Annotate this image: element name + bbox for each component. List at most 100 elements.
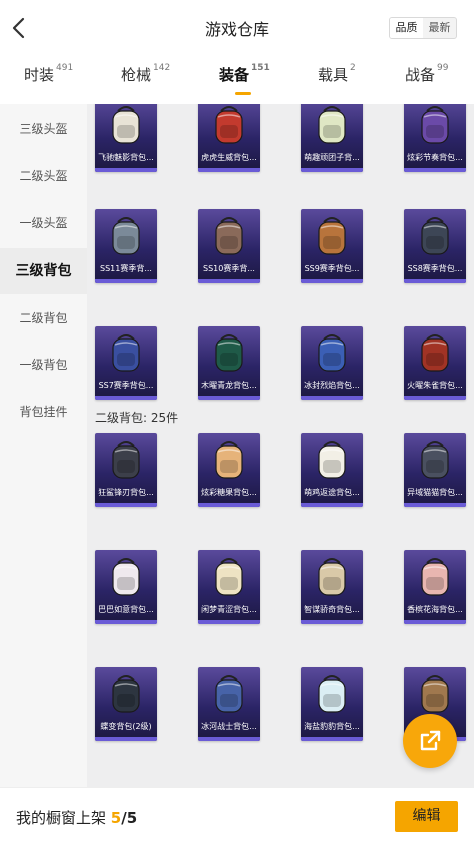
tab-count: 151 (251, 63, 270, 73)
item-card[interactable]: 萌鸡返途背包... (301, 433, 363, 507)
white-bunny-backpack-icon (101, 553, 151, 601)
owl-backpack-icon (307, 553, 357, 601)
grey-tactical-backpack-icon (101, 212, 151, 260)
sidebar-item-level3-helmet[interactable]: 三级头盔 (0, 106, 87, 152)
item-name: 狂鲨锋刃背包... (98, 488, 154, 497)
item-name: 炫彩节奏背包... (407, 153, 463, 162)
item-name: 飞驰魅影背包... (98, 153, 154, 162)
sidebar-item-level3-backpack[interactable]: 三级背包 (0, 248, 87, 294)
cute-green-creature-backpack-icon (307, 104, 357, 149)
sidebar-item-level2-helmet[interactable]: 二级头盔 (0, 153, 87, 199)
section-title-level2: 二级背包: 25件 (95, 411, 179, 425)
share-fab[interactable] (403, 714, 457, 768)
quality-bar (198, 737, 260, 741)
sidebar-item-level1-backpack[interactable]: 一级背包 (0, 342, 87, 388)
item-name: 智谋骄奇背包... (304, 605, 360, 614)
item-name: SS8赛季背包... (407, 264, 463, 273)
quality-bar (404, 503, 466, 507)
item-card[interactable]: 巴巴如意背包... (95, 550, 157, 624)
item-card[interactable]: SS11赛季背... (95, 209, 157, 283)
item-name: 萌趣顽团子背... (304, 153, 360, 162)
purple-festive-backpack-icon (410, 104, 460, 149)
item-card[interactable]: 香槟花海背包... (404, 550, 466, 624)
item-card[interactable]: 异域猫猫背包... (404, 433, 466, 507)
tab-count: 2 (350, 63, 356, 73)
tab-label: 装备 (219, 66, 250, 84)
tab-vehicles[interactable]: 载具 2 (318, 63, 356, 85)
tab-battle-gear[interactable]: 战备 99 (405, 63, 448, 85)
item-card[interactable]: 闲梦青涩背包... (198, 550, 260, 624)
item-name: 蝶变背包(2级) (100, 722, 152, 731)
tab-guns[interactable]: 枪械 142 (121, 63, 171, 85)
item-card[interactable]: 蝶变背包(2级) (95, 667, 157, 741)
sidebar-item-backpack-charm[interactable]: 背包挂件 (0, 389, 87, 435)
item-name: 炫彩糖果背包... (201, 488, 257, 497)
item-card[interactable]: 萌趣顽团子背... (301, 104, 363, 172)
blue-tactical-backpack-icon (101, 329, 151, 377)
dark-tactical-backpack-icon (410, 212, 460, 260)
sort-toggle: 品质 最新 (389, 17, 457, 39)
item-card[interactable]: 智谋骄奇背包... (301, 550, 363, 624)
item-card[interactable]: SS10赛季背... (198, 209, 260, 283)
quality-bar (95, 168, 157, 172)
tab-equipment[interactable]: 装备 151 (219, 63, 270, 85)
seal-backpack-icon (307, 670, 357, 718)
sort-option-newest[interactable]: 最新 (423, 18, 456, 38)
item-card[interactable]: 虎虎生威背包... (198, 104, 260, 172)
item-grid: 二级背包: 25件 飞驰魅影背包... 虎虎生威背包... 萌趣顽团子背... 炫彩节… (87, 104, 474, 787)
sidebar-item-level2-backpack[interactable]: 二级背包 (0, 295, 87, 341)
item-name: 木曜青龙背包... (201, 381, 257, 390)
candy-backpack-icon (204, 436, 254, 484)
quality-bar (404, 620, 466, 624)
ice-flame-backpack-icon (307, 329, 357, 377)
item-card[interactable]: 木曜青龙背包... (198, 326, 260, 400)
item-name: 异域猫猫背包... (407, 488, 463, 497)
quality-bar (198, 279, 260, 283)
item-card[interactable]: SS7赛季背包... (95, 326, 157, 400)
item-name: SS11赛季背... (100, 264, 152, 273)
orange-tactical-backpack-icon (307, 212, 357, 260)
tab-label: 时装 (24, 66, 55, 84)
white-gold-round-backpack-icon (204, 553, 254, 601)
item-card[interactable]: 冰河战士背包... (198, 667, 260, 741)
edit-button[interactable]: 编辑 (395, 801, 458, 832)
showcase-label: 我的橱窗上架 (16, 809, 107, 827)
brown-tactical-backpack-icon (204, 212, 254, 260)
item-name: 冰河战士背包... (201, 722, 257, 731)
red-tiger-backpack-icon (204, 104, 254, 149)
item-name: SS10赛季背... (203, 264, 255, 273)
item-name: 香槟花海背包... (407, 605, 463, 614)
item-name: 海盐豹豹背包... (304, 722, 360, 731)
tab-label: 战备 (405, 66, 436, 84)
quality-bar (198, 620, 260, 624)
item-card[interactable]: 飞驰魅影背包... (95, 104, 157, 172)
quality-bar (404, 168, 466, 172)
item-name: 火曜朱雀背包... (407, 381, 463, 390)
item-card[interactable]: 冰封烈焰背包... (301, 326, 363, 400)
tab-count: 491 (56, 63, 74, 73)
quality-bar (301, 737, 363, 741)
item-name: 闲梦青涩背包... (201, 605, 257, 614)
item-name: 萌鸡返途背包... (304, 488, 360, 497)
item-card[interactable]: 狂鲨锋刃背包... (95, 433, 157, 507)
sort-option-quality[interactable]: 品质 (390, 18, 423, 38)
tab-fashion[interactable]: 时装 491 (24, 63, 74, 85)
item-card[interactable]: 炫彩节奏背包... (404, 104, 466, 172)
quality-bar (95, 737, 157, 741)
item-name: 巴巴如意背包... (98, 605, 154, 614)
quality-bar (404, 279, 466, 283)
bottom-bar: 我的橱窗上架 5/5 编辑 (0, 787, 474, 843)
item-card[interactable]: 炫彩糖果背包... (198, 433, 260, 507)
green-dragon-backpack-icon (204, 329, 254, 377)
quality-bar (301, 503, 363, 507)
sidebar-item-level1-helmet[interactable]: 一级头盔 (0, 200, 87, 246)
red-phoenix-backpack-icon (410, 329, 460, 377)
item-card[interactable]: SS8赛季背包... (404, 209, 466, 283)
item-card[interactable]: 海盐豹豹背包... (301, 667, 363, 741)
item-card[interactable]: 火曜朱雀背包... (404, 326, 466, 400)
quality-bar (95, 620, 157, 624)
item-name: 虎虎生威背包... (201, 153, 257, 162)
item-card[interactable]: SS9赛季背包... (301, 209, 363, 283)
sidebar: 三级头盔 二级头盔 一级头盔 三级背包 二级背包 一级背包 背包挂件 (0, 104, 87, 787)
tab-count: 142 (153, 63, 171, 73)
